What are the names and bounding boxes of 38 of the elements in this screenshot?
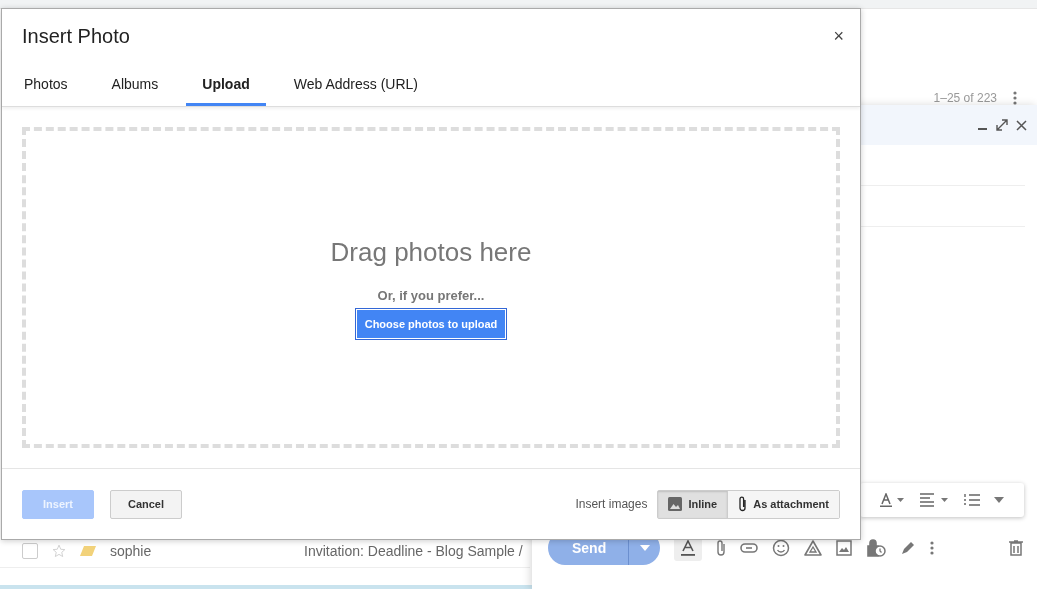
- align-icon[interactable]: [920, 493, 950, 507]
- image-icon: [668, 497, 683, 511]
- row-checkbox[interactable]: [22, 543, 38, 559]
- email-subject: Invitation: Deadline - Blog Sample /: [304, 543, 523, 559]
- tab[interactable]: Albums: [95, 70, 175, 106]
- insert-images-label: Insert images: [575, 497, 648, 511]
- close-icon[interactable]: [1016, 119, 1027, 131]
- trash-icon[interactable]: [1009, 540, 1023, 556]
- lock-clock-icon[interactable]: [866, 539, 887, 557]
- pen-icon[interactable]: [900, 540, 917, 556]
- paperclip-icon: [738, 496, 748, 512]
- inline-button[interactable]: Inline: [658, 490, 728, 518]
- more-options-icon[interactable]: [994, 497, 1004, 503]
- star-icon[interactable]: [52, 544, 66, 558]
- link-icon[interactable]: [740, 543, 759, 553]
- expand-icon[interactable]: [996, 119, 1008, 131]
- text-color-icon[interactable]: [880, 493, 906, 507]
- drop-zone[interactable]: Drag photos here Or, if you prefer... Choose photos to upload: [22, 127, 840, 448]
- tab[interactable]: Upload: [186, 70, 266, 106]
- pager-text: 1–25 of 223: [933, 91, 997, 105]
- tab[interactable]: Web Address (URL): [277, 70, 434, 106]
- cancel-button[interactable]: Cancel: [109, 489, 183, 519]
- more-icon[interactable]: [1013, 91, 1017, 105]
- more-icon[interactable]: [930, 541, 935, 555]
- tab[interactable]: Photos: [8, 70, 84, 106]
- dialog-title: Insert Photo: [22, 25, 130, 48]
- triangle-icon[interactable]: [804, 540, 823, 556]
- drop-heading: Drag photos here: [330, 236, 532, 268]
- sender-name: sophie: [110, 543, 153, 559]
- attachment-button[interactable]: As attachment: [727, 490, 839, 518]
- caret-icon: [639, 545, 650, 551]
- image-icon[interactable]: [836, 540, 853, 556]
- close-button[interactable]: ×: [829, 26, 848, 47]
- drop-hint: Or, if you prefer...: [377, 287, 485, 303]
- paperclip-icon[interactable]: [716, 539, 727, 557]
- importance-marker-icon[interactable]: [80, 546, 96, 556]
- emoji-icon[interactable]: [772, 539, 791, 557]
- choose-photos-button[interactable]: Choose photos to upload: [355, 308, 507, 339]
